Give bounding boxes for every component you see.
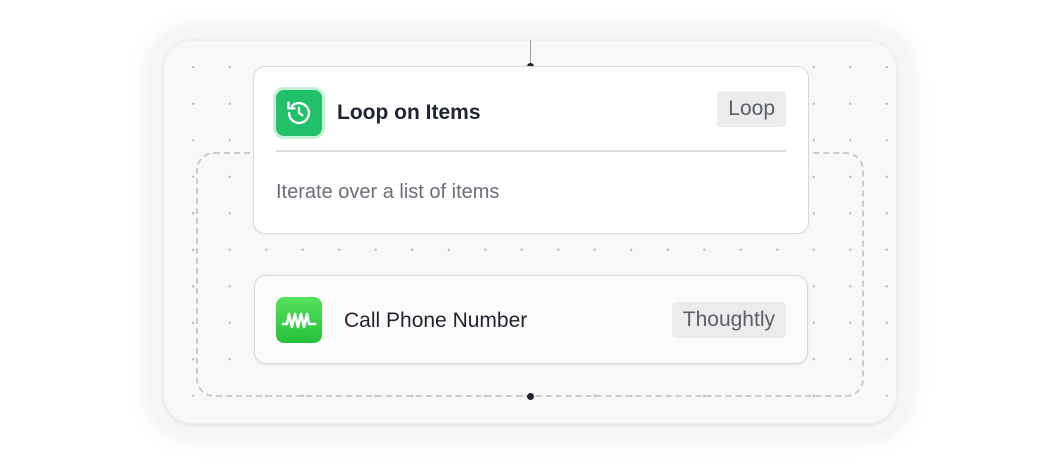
workflow-preview: Loop on Items Loop Iterate over a list o… bbox=[0, 0, 1058, 464]
loop-node-badge: Loop bbox=[717, 91, 786, 127]
card-divider bbox=[276, 150, 786, 152]
step-node-badge: Thoughtly bbox=[671, 302, 786, 338]
loop-node-description: Iterate over a list of items bbox=[276, 181, 500, 203]
loop-node-title: Loop on Items bbox=[337, 101, 481, 124]
output-handle[interactable] bbox=[527, 393, 534, 400]
waveform-icon bbox=[276, 297, 322, 343]
step-node-card[interactable]: Call Phone Number Thoughtly bbox=[254, 275, 808, 364]
step-node-title: Call Phone Number bbox=[344, 309, 528, 332]
loop-node-card[interactable]: Loop on Items Loop Iterate over a list o… bbox=[253, 66, 809, 234]
history-icon bbox=[276, 90, 322, 136]
